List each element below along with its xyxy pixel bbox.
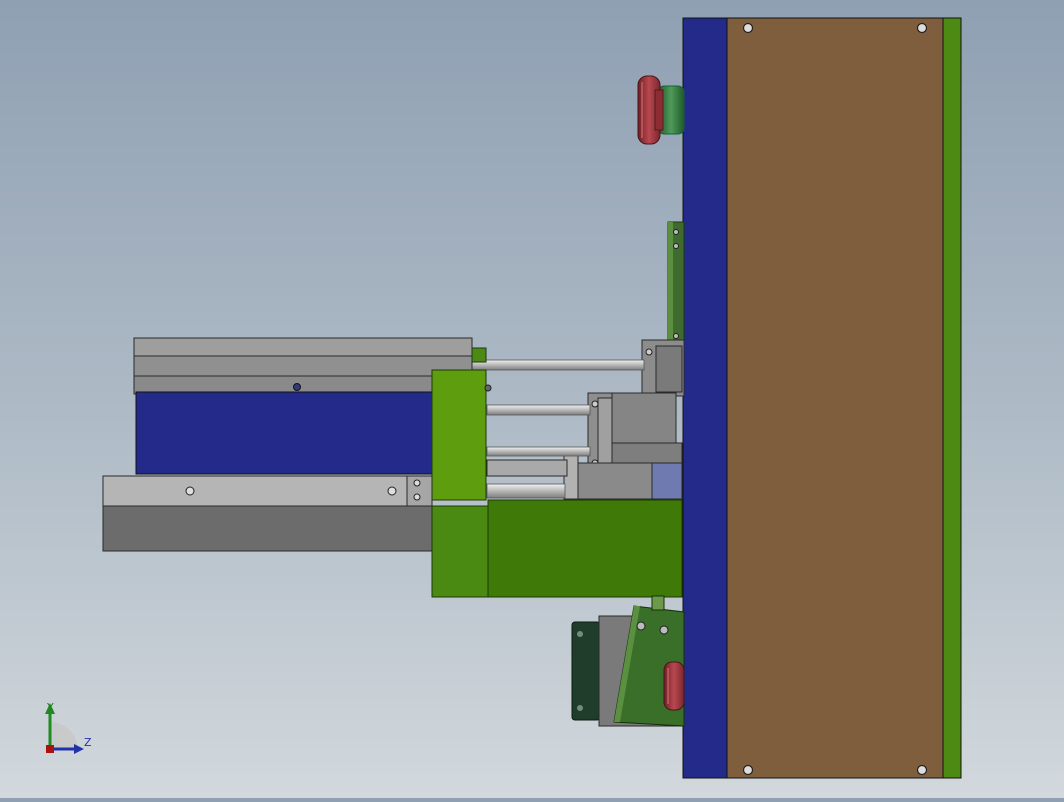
guide-rod-3[interactable] bbox=[486, 446, 591, 457]
guide-rod-2[interactable] bbox=[486, 404, 591, 416]
lower-gray-beam[interactable] bbox=[102, 505, 434, 552]
axis-triad-icon: Y Z bbox=[45, 701, 92, 754]
blue-base-plate[interactable] bbox=[682, 17, 728, 779]
blue-cylinder-body[interactable] bbox=[135, 391, 435, 475]
triad-y-label: Y bbox=[46, 701, 54, 714]
rod-support-upper[interactable] bbox=[641, 339, 685, 397]
sensor-bracket[interactable] bbox=[667, 221, 685, 349]
cad-viewport[interactable]: Y Z bbox=[0, 0, 1064, 798]
guide-rod-4[interactable] bbox=[486, 483, 566, 499]
green-edge-plate[interactable] bbox=[942, 17, 962, 779]
dark-green-block[interactable] bbox=[431, 499, 683, 598]
green-head-block[interactable] bbox=[431, 369, 492, 501]
assembly-drawing[interactable]: Y Z bbox=[0, 0, 1064, 798]
mushroom-button-icon[interactable] bbox=[637, 75, 685, 145]
brown-mounting-plate[interactable] bbox=[726, 17, 944, 779]
guide-rod-1[interactable] bbox=[471, 359, 645, 371]
mushroom-button-icon[interactable] bbox=[663, 661, 685, 711]
triad-z-label: Z bbox=[84, 736, 92, 749]
